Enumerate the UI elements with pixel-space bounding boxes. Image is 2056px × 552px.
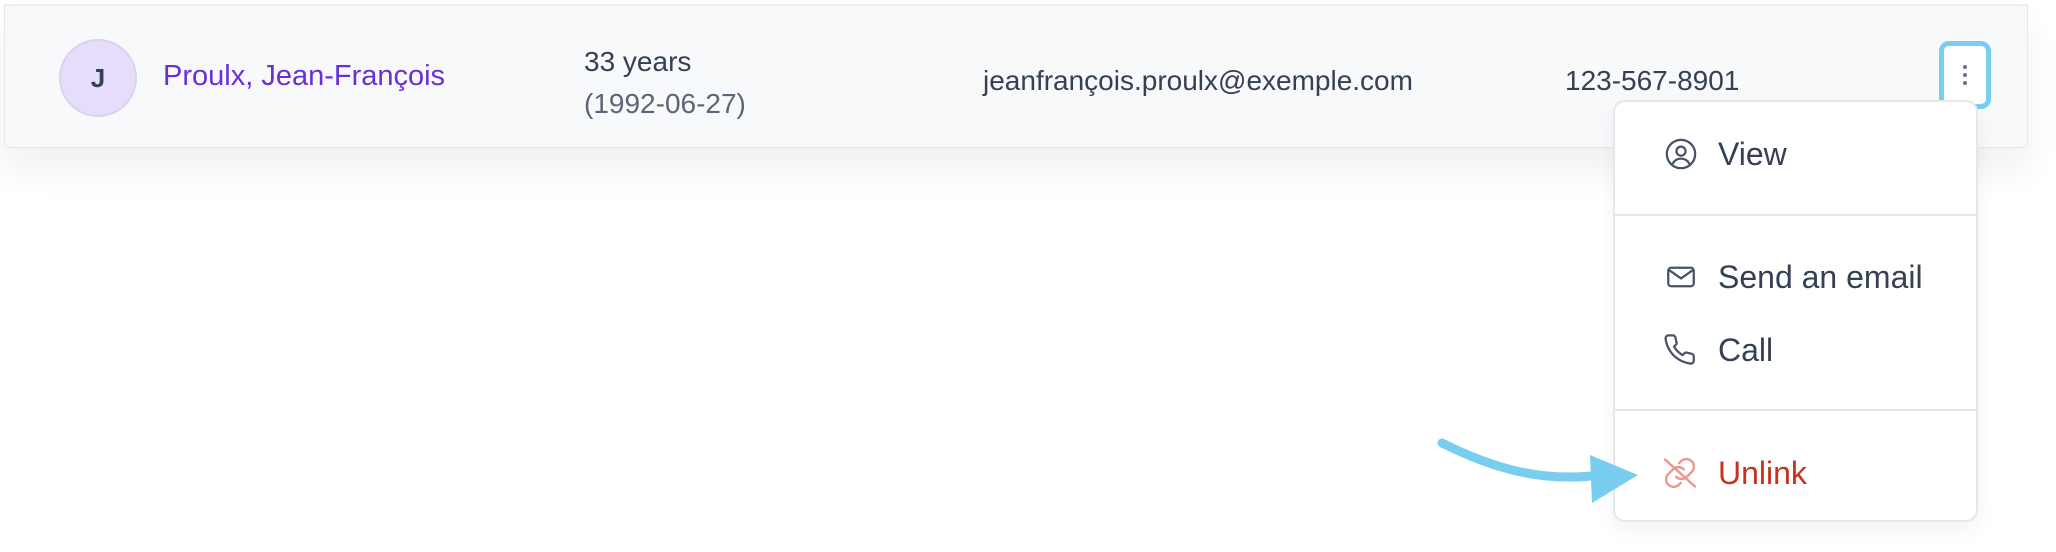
annotation-arrow bbox=[1437, 438, 1638, 503]
contact-age: 33 years bbox=[584, 46, 692, 77]
more-vertical-icon-dot bbox=[1963, 81, 1967, 85]
contact-name-link[interactable]: Proulx, Jean-François bbox=[163, 60, 445, 93]
unlink-icon bbox=[1659, 455, 1701, 491]
menu-item-call-label: Call bbox=[1718, 331, 1774, 368]
more-vertical-icon-dot bbox=[1963, 73, 1967, 77]
menu-item-unlink[interactable]: Unlink bbox=[1615, 444, 1976, 502]
menu-item-unlink-label: Unlink bbox=[1718, 454, 1807, 491]
menu-divider bbox=[1615, 214, 1976, 216]
user-circle-icon bbox=[1663, 136, 1699, 172]
menu-item-view[interactable]: View bbox=[1615, 125, 1976, 183]
menu-item-view-label: View bbox=[1718, 135, 1787, 172]
row-actions-button[interactable] bbox=[1939, 41, 1991, 109]
phone-icon bbox=[1663, 332, 1699, 368]
menu-divider bbox=[1615, 409, 1976, 411]
avatar: J bbox=[59, 39, 137, 117]
contact-phone: 123-567-8901 bbox=[1565, 65, 1740, 96]
avatar-initial: J bbox=[90, 62, 106, 93]
mail-icon bbox=[1663, 259, 1699, 295]
contact-email: jeanfrançois.proulx@exemple.com bbox=[983, 65, 1413, 96]
more-vertical-icon bbox=[1963, 65, 1967, 69]
menu-item-call[interactable]: Call bbox=[1615, 321, 1976, 379]
menu-item-send-email-label: Send an email bbox=[1718, 258, 1923, 295]
menu-item-send-email[interactable]: Send an email bbox=[1615, 248, 1976, 306]
contact-birth-date: (1992-06-27) bbox=[584, 88, 746, 119]
row-actions-menu: View Send an email Call Unlink bbox=[1613, 100, 1978, 522]
contacts-page: J Proulx, Jean-François 33 years (1992-0… bbox=[0, 0, 2056, 552]
